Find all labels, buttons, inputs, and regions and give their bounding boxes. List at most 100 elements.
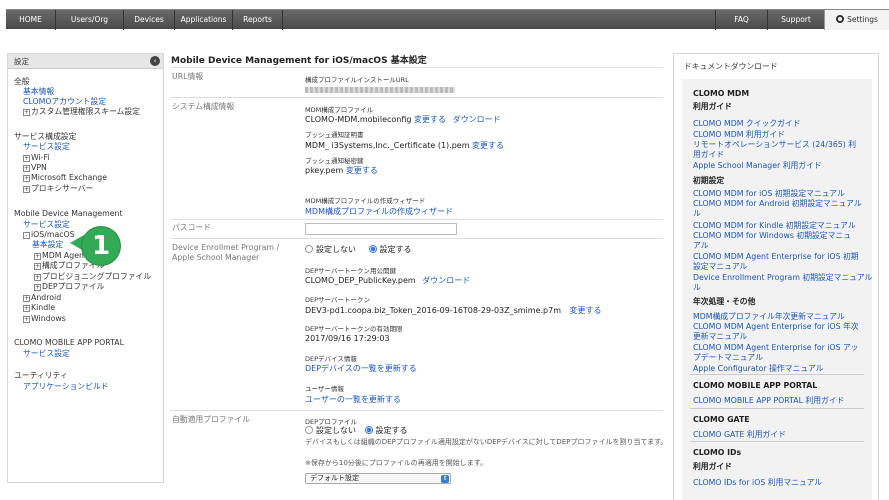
docs-link[interactable]: ル <box>693 283 701 293</box>
push-key-value: pkey.pem <box>305 166 344 175</box>
sidebar-item[interactable]: + プロビジョニングプロファイル <box>34 272 151 282</box>
dep-token-caption: DEPサーバートークン <box>305 296 370 304</box>
install-url-value <box>305 85 455 94</box>
sidebar-item[interactable]: - iOS/macOS <box>23 230 75 240</box>
sidebar-item[interactable]: CLOMOアカウント設定 <box>23 97 106 107</box>
auto-profile-radio-on[interactable] <box>364 426 373 434</box>
wizard-link[interactable]: MDM構成プロファイルの作成ウィザード <box>305 206 453 217</box>
docs-link[interactable]: CLOMO MDM for Kindle 初期設定マニュアル <box>693 221 856 231</box>
sidebar-item[interactable]: + Windows <box>23 314 66 324</box>
docs-link[interactable]: CLOMO GATE 利用ガイド <box>693 430 786 440</box>
mdm-profile-field: CLOMO-MDM.mobileconfig 変更する ダウンロード <box>305 114 501 125</box>
collapse-sidebar-icon[interactable]: ‹ <box>150 56 160 66</box>
expand-icon[interactable]: + <box>23 316 30 323</box>
docs-link[interactable]: Apple School Manager 利用ガイド <box>693 161 822 171</box>
docs-heading: 年次処理・その他 <box>693 297 756 306</box>
sidebar-item[interactable]: サービス設定 <box>23 220 70 230</box>
expand-icon[interactable]: + <box>23 165 30 172</box>
mdm-profile-download-link[interactable]: ダウンロード <box>453 115 501 124</box>
push-cert-change-link[interactable]: 変更する <box>472 141 504 150</box>
docs-heading: CLOMO MDM <box>693 89 750 98</box>
sidebar-item[interactable]: + Microsoft Exchange <box>23 173 107 183</box>
sidebar-item[interactable]: サービス設定 <box>23 349 70 359</box>
sidebar-item[interactable]: アプリケーションビルド <box>23 382 109 392</box>
mdm-profile-change-link[interactable]: 変更する <box>414 115 446 124</box>
docs-link[interactable]: Device Enrollment Program 初期設定マニュアル <box>693 273 872 283</box>
docs-link[interactable]: リモートオペレーションサービス (24/365) 利 <box>693 140 856 150</box>
page-title: Mobile Device Management for iOS/macOS 基… <box>171 56 427 66</box>
sidebar-item[interactable]: + VPN <box>23 163 47 173</box>
sidebar-item-label: サービス設定 <box>23 142 70 151</box>
docs-link[interactable]: Apple Configurator 操作マニュアル <box>693 364 823 374</box>
docs-link[interactable]: CLOMO MDM for Windows 初期設定マニュ <box>693 231 851 241</box>
expand-icon[interactable]: + <box>23 175 30 182</box>
nav-faq[interactable]: FAQ <box>715 10 767 30</box>
sidebar-item[interactable]: + Android <box>23 293 61 303</box>
gear-icon <box>836 15 845 23</box>
docs-link[interactable]: CLOMO MDM クイックガイド <box>693 119 801 129</box>
expand-icon[interactable]: + <box>23 295 30 302</box>
docs-link[interactable]: CLOMO MOBILE APP PORTAL 利用ガイド <box>693 396 844 406</box>
docs-link[interactable]: 用ガイド <box>693 150 724 160</box>
nav-users-org[interactable]: Users/Org <box>56 10 124 30</box>
expand-icon[interactable]: + <box>34 263 41 270</box>
dep-radio-off[interactable] <box>305 245 313 253</box>
docs-link[interactable]: CLOMO MDM Agent Enterprise for iOS 年次 <box>693 322 859 332</box>
docs-link[interactable]: MDM構成プロファイル年次更新マニュアル <box>693 312 845 322</box>
sidebar-item[interactable]: + Kindle <box>23 303 55 313</box>
passcode-input[interactable] <box>305 223 457 235</box>
docs-link[interactable]: ル <box>693 209 701 219</box>
sidebar-item-label: CLOMO MOBILE APP PORTAL <box>14 338 124 347</box>
push-key-change-link[interactable]: 変更する <box>346 166 378 175</box>
dep-userinfo-link[interactable]: ユーザーの一覧を更新する <box>305 394 401 405</box>
expand-icon[interactable]: + <box>23 186 30 193</box>
docs-link[interactable]: CLOMO MDM Agent Enterprise for iOS 初期 <box>693 252 859 262</box>
dep-profile-select[interactable]: デフォルト設定 ⇕ <box>305 473 451 484</box>
expand-icon[interactable]: + <box>23 109 30 116</box>
docs-link[interactable]: 設定マニュアル <box>693 262 747 272</box>
dep-pubkey-download-link[interactable]: ダウンロード <box>422 276 470 285</box>
docs-link[interactable]: プデートマニュアル <box>693 353 763 363</box>
nav-home[interactable]: HOME <box>6 10 56 30</box>
expand-icon[interactable]: + <box>34 284 41 291</box>
nav-applications[interactable]: Applications <box>175 10 233 30</box>
sidebar-item-label: 全般 <box>14 77 30 86</box>
nav-reports[interactable]: Reports <box>233 10 283 30</box>
sidebar-item[interactable]: 基本情報 <box>23 87 54 97</box>
sidebar-item[interactable]: + DEPプロファイル <box>34 282 104 292</box>
sidebar-item[interactable]: 基本設定 <box>32 240 63 250</box>
docs-link[interactable]: CLOMO MDM 利用ガイド <box>693 130 785 140</box>
expand-icon[interactable]: + <box>34 274 41 281</box>
expand-icon[interactable]: + <box>23 155 30 162</box>
docs-link[interactable]: 更新マニュアル <box>693 332 747 342</box>
nav-devices[interactable]: Devices <box>124 10 175 30</box>
sidebar-item[interactable]: + プロキシサーバー <box>23 184 93 194</box>
sidebar-item[interactable]: サービス設定 <box>23 142 70 152</box>
dep-profile-select-value: デフォルト設定 <box>310 474 359 482</box>
sidebar-item[interactable]: + カスタム管理権限スキーム設定 <box>23 107 140 117</box>
docs-title: ドキュメントダウンロード <box>684 62 778 71</box>
nav-support[interactable]: Support <box>767 10 824 30</box>
dep-token-change-link[interactable]: 変更する <box>570 306 602 315</box>
docs-link[interactable]: CLOMO IDs for iOS 利用マニュアル <box>693 478 822 488</box>
docs-link[interactable]: CLOMO MDM for iOS 初期設定マニュアル <box>693 189 845 199</box>
dep-radio-on[interactable] <box>368 245 377 253</box>
docs-link[interactable]: CLOMO MDM Agent Enterprise for iOS アッ <box>693 343 859 353</box>
docs-link[interactable]: アル <box>693 241 709 251</box>
dep-devinfo-link[interactable]: DEPデバイスの一覧を更新する <box>305 363 417 374</box>
install-url-redacted <box>305 86 455 93</box>
sidebar-item-label: 基本情報 <box>23 87 55 96</box>
url-info-row: URL情報 構成プロファイルインストールURL <box>171 67 663 95</box>
auto-profile-radio-off-label: 設定しない <box>316 426 356 435</box>
nav-settings-tab[interactable]: Settings <box>824 10 889 30</box>
expand-icon[interactable]: + <box>34 253 41 260</box>
auto-profile-radio-off[interactable] <box>305 426 313 434</box>
expand-icon[interactable]: + <box>23 305 30 312</box>
sidebar-item[interactable]: + MDM Agent <box>34 251 87 261</box>
install-url-caption: 構成プロファイルインストールURL <box>305 76 409 84</box>
dep-expiry-value: 2017/09/16 17:29:03 <box>305 334 390 343</box>
sidebar-item-label: MDM Agent <box>42 251 88 260</box>
collapse-icon[interactable]: - <box>23 232 30 239</box>
docs-link[interactable]: CLOMO MDM for Android 初期設定マニュアル <box>693 199 862 209</box>
sidebar-item[interactable]: + Wi-Fi <box>23 153 50 163</box>
